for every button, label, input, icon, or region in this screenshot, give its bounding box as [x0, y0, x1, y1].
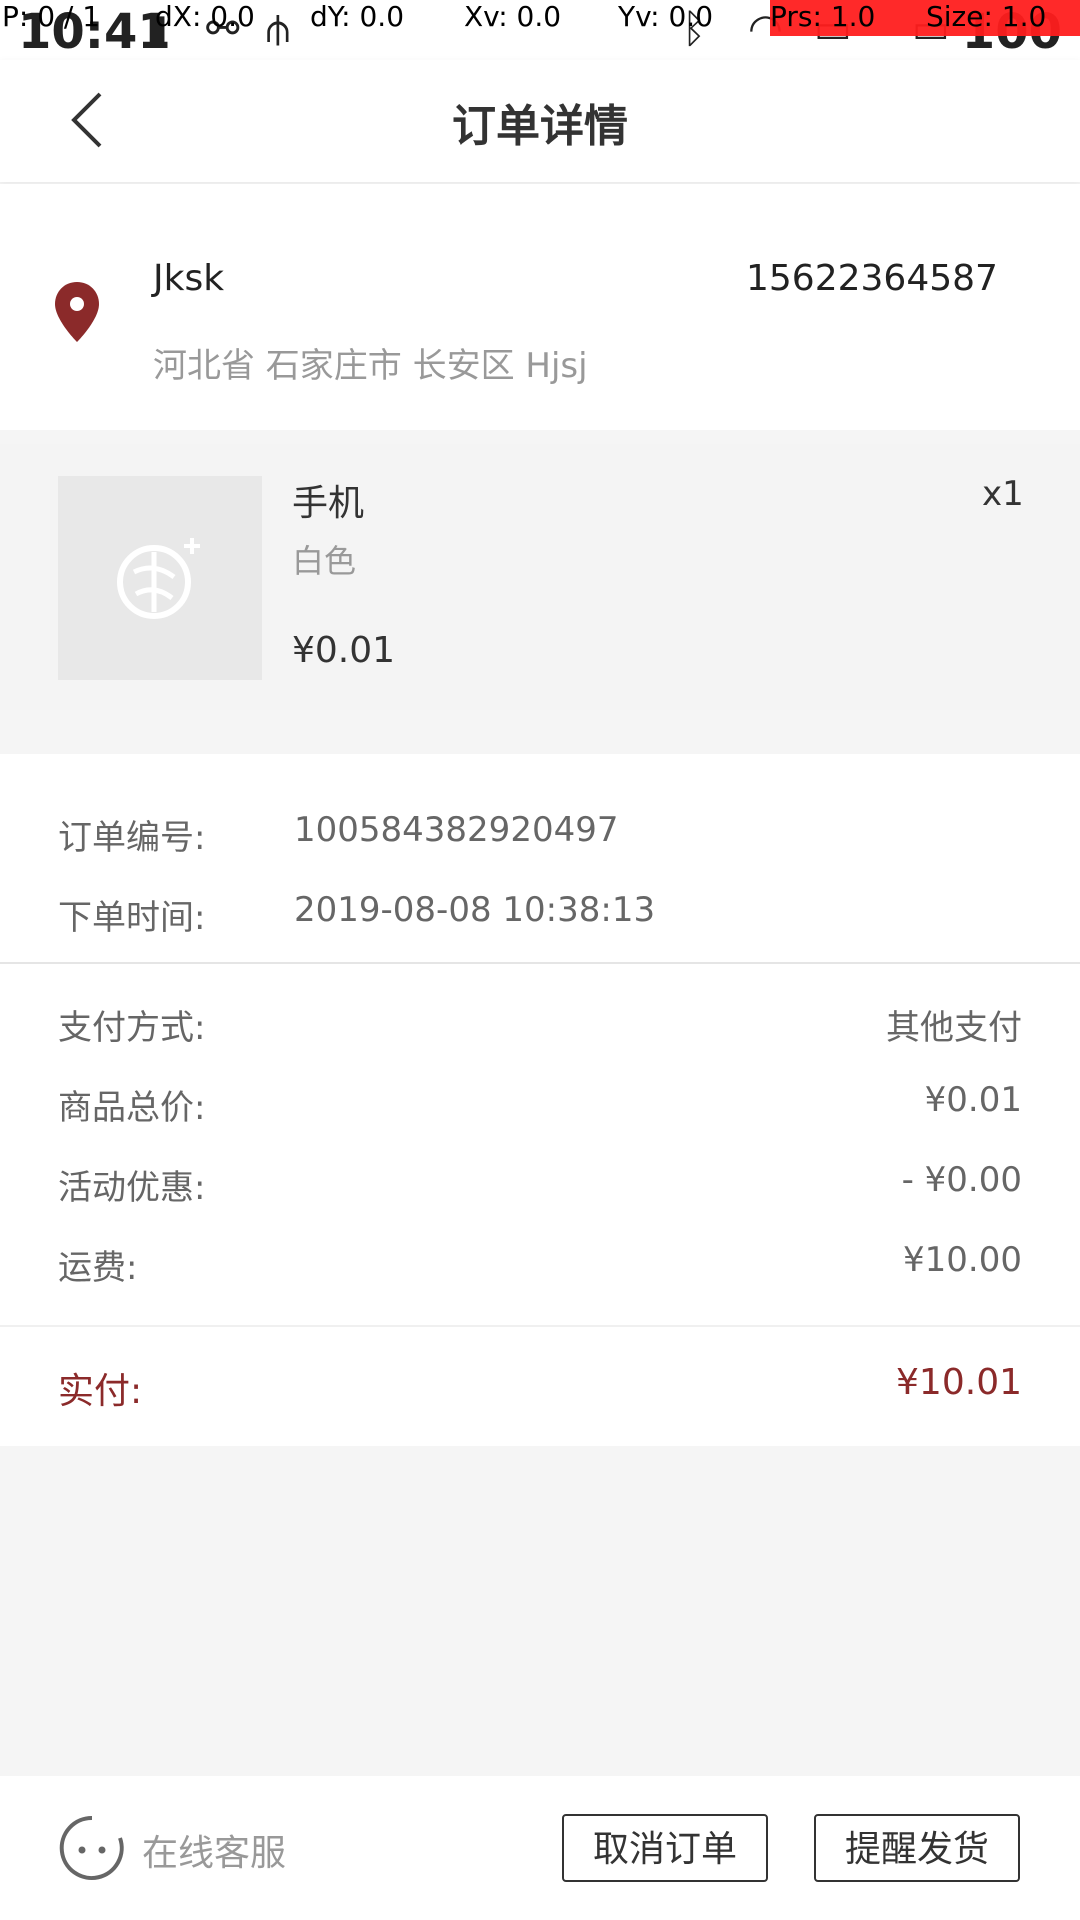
product-price: ¥0.01 — [292, 630, 396, 671]
placeholder-logo-icon — [117, 538, 200, 619]
goods-total-value: ¥0.01 — [924, 1080, 1022, 1120]
shipping-label: 运费: — [58, 1248, 138, 1288]
remind-shipping-button[interactable]: 提醒发货 — [814, 1814, 1020, 1882]
status-bar: 10:41 ▮ ⚯ ⫛ ᛒ ◠ ▭ ▭ 100 P: 0 / 1 dX: 0.0… — [0, 0, 1080, 60]
usb-icon: ⫛ — [266, 6, 290, 52]
product-item[interactable]: 手机 x1 白色 ¥0.01 — [0, 444, 1080, 710]
order-number-value: 100584382920497 — [294, 810, 619, 850]
product-name: 手机 — [292, 483, 365, 524]
debug-p: P: 0 / 1 — [2, 0, 101, 33]
product-image — [58, 476, 262, 680]
product-quantity: x1 — [982, 474, 1024, 514]
debug-yv: Yv: 0.0 — [618, 0, 714, 33]
address-card: Jksk 15622364587 河北省 石家庄市 长安区 Hjsj — [0, 184, 1080, 430]
app-header: 订单详情 — [0, 60, 1080, 182]
location-pin-icon — [52, 280, 102, 344]
recipient-address: 河北省 石家庄市 长安区 Hjsj — [153, 346, 588, 386]
online-service-button[interactable]: 在线客服 — [58, 1814, 318, 1882]
bottom-action-bar: 在线客服 取消订单 提醒发货 — [0, 1776, 1080, 1920]
page-title: 订单详情 — [452, 101, 628, 152]
payment-method-value: 其他支付 — [886, 1008, 1022, 1048]
debug-prs: Prs: 1.0 — [770, 0, 876, 33]
chat-face-icon — [59, 1815, 124, 1880]
recipient-phone: 15622364587 — [746, 258, 998, 299]
debug-size: Size: 1.0 — [926, 0, 1047, 33]
discount-label: 活动优惠: — [58, 1168, 206, 1208]
divider — [0, 1325, 1080, 1327]
divider — [0, 962, 1080, 964]
discount-value: - ¥0.00 — [901, 1160, 1022, 1200]
online-service-label: 在线客服 — [142, 1833, 287, 1874]
product-spec: 白色 — [292, 542, 357, 580]
debug-xv: Xv: 0.0 — [464, 0, 562, 33]
paid-amount: ¥10.01 — [896, 1362, 1022, 1403]
order-time-label: 下单时间: — [58, 898, 206, 938]
payment-method-label: 支付方式: — [58, 1008, 206, 1048]
goods-total-label: 商品总价: — [58, 1088, 206, 1128]
order-info-card: 订单编号: 100584382920497 下单时间: 2019-08-08 1… — [0, 754, 1080, 1446]
debug-dx: dX: 0.0 — [155, 0, 255, 33]
debug-dy: dY: 0.0 — [310, 0, 405, 33]
recipient-name: Jksk — [153, 258, 225, 299]
order-time-value: 2019-08-08 10:38:13 — [294, 890, 656, 930]
paid-label: 实付: — [58, 1371, 143, 1412]
order-number-label: 订单编号: — [58, 818, 206, 858]
shipping-value: ¥10.00 — [903, 1240, 1022, 1280]
cancel-order-button[interactable]: 取消订单 — [562, 1814, 768, 1882]
